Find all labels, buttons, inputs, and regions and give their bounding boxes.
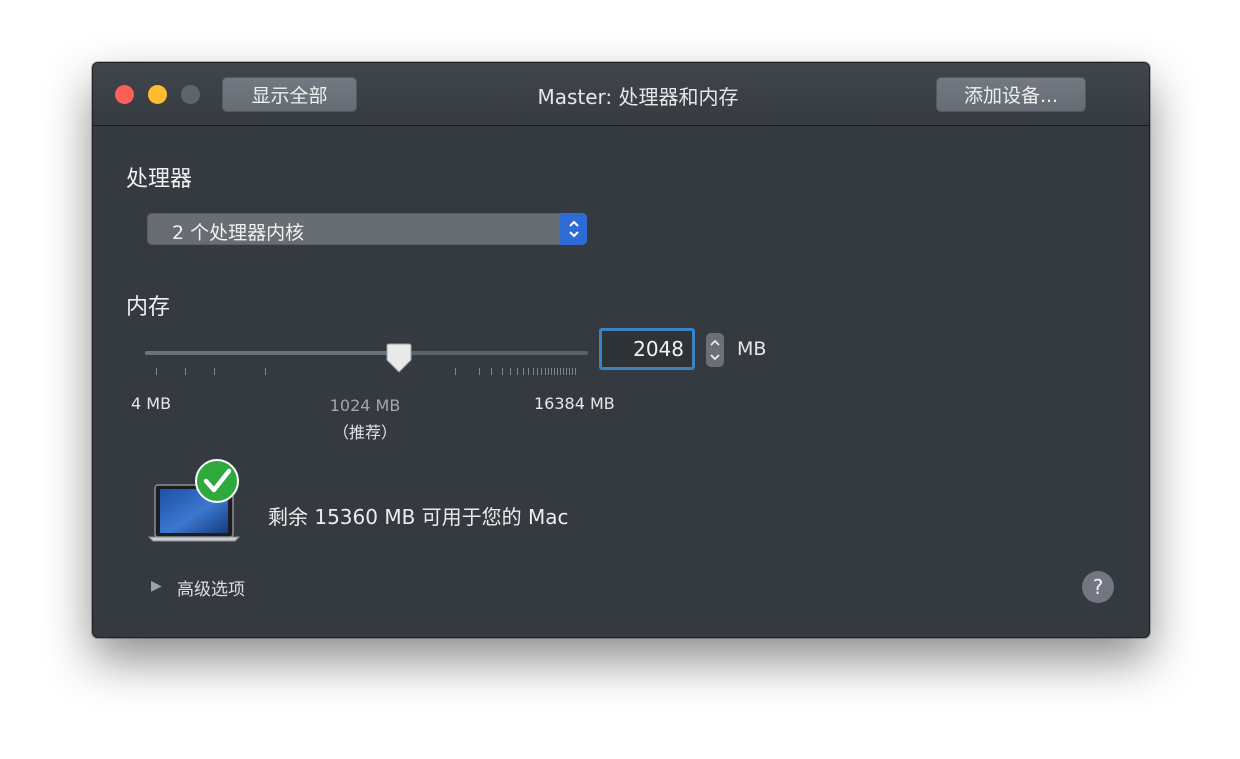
titlebar: 显示全部 Master: 处理器和内存 添加设备... bbox=[93, 63, 1149, 126]
popup-arrows-icon bbox=[560, 213, 587, 245]
slider-recommended-label: 1024 MB bbox=[329, 396, 401, 415]
slider-recommended-note: （推荐） bbox=[332, 423, 397, 442]
slider-tick bbox=[563, 368, 564, 375]
slider-tick bbox=[185, 368, 186, 375]
slider-min-label: 4 MB bbox=[131, 394, 172, 413]
slider-tick bbox=[265, 368, 266, 375]
checkmark-icon bbox=[195, 459, 239, 503]
slider-tick bbox=[557, 368, 558, 375]
slider-tick bbox=[510, 368, 511, 375]
slider-tick bbox=[545, 368, 546, 375]
close-icon[interactable] bbox=[115, 85, 134, 104]
processor-popup-value: 2 个处理器内核 bbox=[172, 222, 305, 244]
slider-tick bbox=[537, 368, 538, 375]
slider-tick bbox=[455, 368, 456, 375]
stepper-icon[interactable] bbox=[706, 333, 724, 367]
slider-tick bbox=[551, 368, 552, 375]
show-all-button[interactable]: 显示全部 bbox=[222, 77, 357, 112]
slider-tick bbox=[479, 368, 480, 375]
preferences-window: 显示全部 Master: 处理器和内存 添加设备... 处理器 2 个处理器内核… bbox=[92, 62, 1150, 638]
slider-tick bbox=[517, 368, 518, 375]
memory-value-field[interactable]: 2048 bbox=[599, 328, 695, 370]
laptop-icon bbox=[147, 459, 247, 549]
slider-tick bbox=[541, 368, 542, 375]
memory-section-label: 内存 bbox=[126, 295, 171, 320]
processor-section-label: 处理器 bbox=[126, 167, 193, 192]
zoom-icon[interactable] bbox=[181, 85, 200, 104]
slider-tick bbox=[528, 368, 529, 375]
slider-tick bbox=[560, 368, 561, 375]
slider-tick bbox=[572, 368, 573, 375]
available-memory-message: 剩余 15360 MB 可用于您的 Mac bbox=[268, 505, 569, 529]
slider-tick bbox=[569, 368, 570, 375]
slider-thumb-icon[interactable] bbox=[386, 343, 412, 373]
slider-max-label: 16384 MB bbox=[534, 394, 615, 413]
memory-slider-fill bbox=[145, 351, 400, 355]
processor-popup[interactable]: 2 个处理器内核 bbox=[147, 213, 587, 245]
slider-tick bbox=[523, 368, 524, 375]
memory-slider-track[interactable] bbox=[145, 351, 588, 355]
memory-unit-label: MB bbox=[737, 338, 767, 360]
slider-tick bbox=[566, 368, 567, 375]
slider-tick bbox=[491, 368, 492, 375]
advanced-options-label[interactable]: 高级选项 bbox=[177, 575, 245, 600]
slider-tick bbox=[502, 368, 503, 375]
disclosure-triangle-icon[interactable]: ▶ bbox=[151, 578, 162, 594]
help-icon[interactable]: ? bbox=[1082, 571, 1114, 603]
memory-value: 2048 bbox=[633, 337, 684, 361]
slider-tick bbox=[156, 368, 157, 375]
slider-tick bbox=[575, 368, 576, 375]
slider-tick bbox=[554, 368, 555, 375]
add-device-button[interactable]: 添加设备... bbox=[936, 77, 1086, 112]
window-title: Master: 处理器和内存 bbox=[537, 85, 739, 109]
slider-tick bbox=[214, 368, 215, 375]
slider-tick bbox=[533, 368, 534, 375]
slider-tick bbox=[548, 368, 549, 375]
minimize-icon[interactable] bbox=[148, 85, 167, 104]
